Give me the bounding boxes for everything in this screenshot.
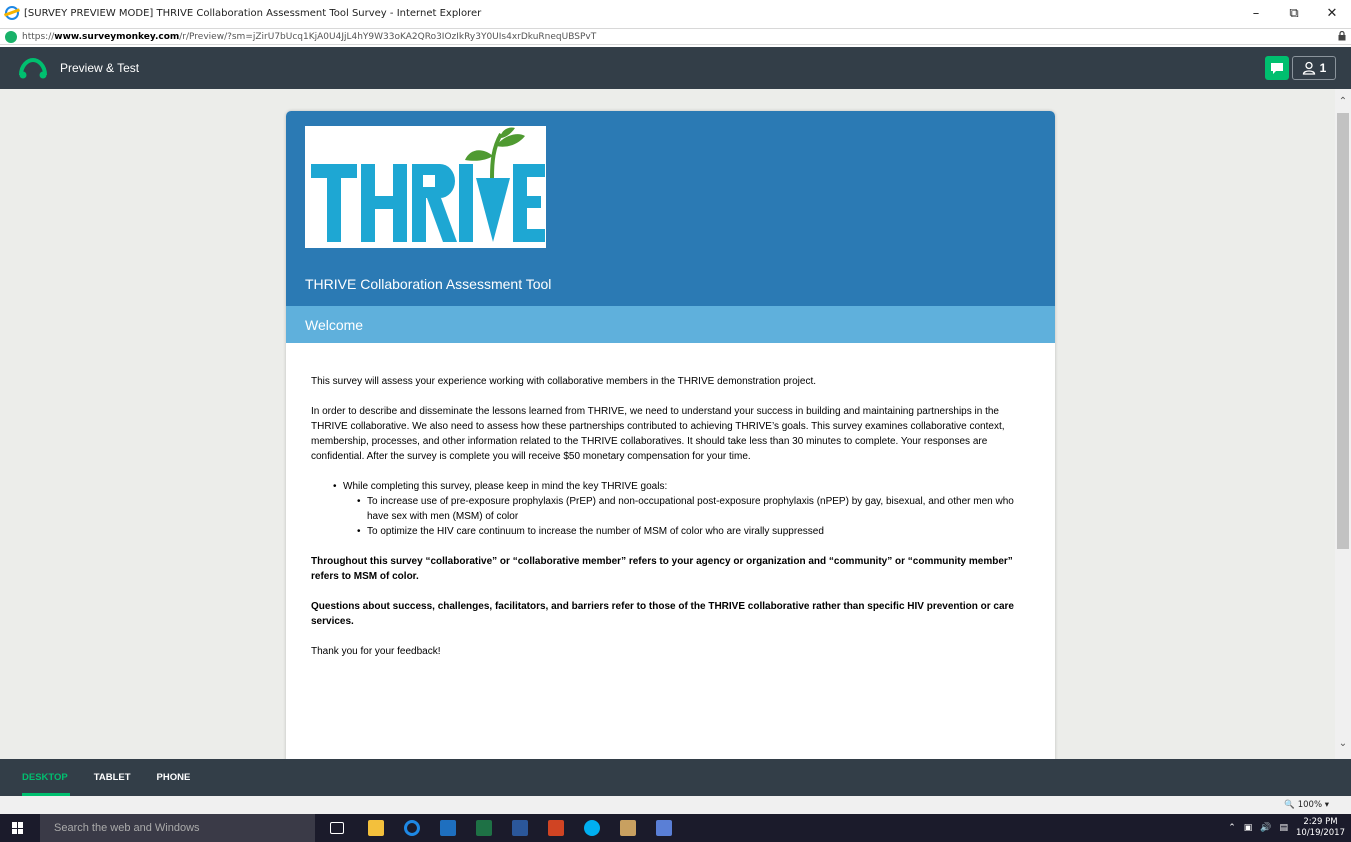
speech-bubble-icon [1271,62,1283,74]
zoom-control[interactable]: 🔍 100% ▾ [1284,800,1329,810]
thank-you-text: Thank you for your feedback! [311,646,441,657]
scrollbar-thumb[interactable] [1337,113,1349,549]
preview-test-label[interactable]: Preview & Test [60,61,139,75]
survey-header: THRIVE Collaboration Assessment Tool [286,111,1055,306]
list-item: • To optimize the HIV care continuum to i… [357,526,824,537]
system-tray: ⌃ ▣ 🔊 ▤ 2:29 PM 10/19/2017 [1228,814,1345,842]
thrive-logo [305,126,546,248]
vertical-scrollbar[interactable]: ⌃ ⌄ [1335,89,1351,759]
close-button[interactable]: ✕ [1313,0,1351,26]
window-title: [SURVEY PREVIEW MODE] THRIVE Collaborati… [24,7,482,19]
address-bar[interactable]: https://www.surveymonkey.com/r/Preview/?… [0,28,1351,45]
thrive-logo-image [311,127,545,242]
survey-intro-text: This survey will assess your experience … [311,374,1031,674]
file-explorer-icon[interactable] [368,820,384,836]
site-identity-icon[interactable] [5,30,17,43]
tab-tablet[interactable]: TABLET [94,759,131,796]
url-text[interactable]: https://www.surveymonkey.com/r/Preview/?… [22,32,596,42]
network-icon[interactable]: ▣ [1244,823,1253,833]
sas-icon[interactable] [656,820,672,836]
restore-button[interactable]: ⧉ [1275,0,1313,26]
surveymonkey-header: Preview & Test 1 [0,47,1351,89]
internet-explorer-icon [5,6,19,20]
browser-status-bar: 🔍 100% ▾ [0,796,1351,814]
user-icon [1302,61,1315,75]
tab-phone[interactable]: PHONE [157,759,191,796]
task-view-icon[interactable] [330,822,344,834]
device-preview-bar: DESKTOP TABLET PHONE [0,759,1351,796]
tab-desktop[interactable]: DESKTOP [22,759,70,796]
list-item: • While completing this survey, please ke… [333,481,668,492]
surveymonkey-logo-icon[interactable] [18,57,48,79]
scope-note: Questions about success, challenges, fac… [311,601,1014,627]
paint-icon[interactable] [620,820,636,836]
collaborators-button[interactable]: 1 [1292,56,1336,80]
word-icon[interactable] [512,820,528,836]
window-controls: – ⧉ ✕ [1237,0,1351,26]
speaker-icon[interactable]: 🔊 [1260,823,1271,833]
windows-taskbar: Search the web and Windows ⌃ ▣ 🔊 ▤ 2:29 … [0,814,1351,842]
window-title-bar: [SURVEY PREVIEW MODE] THRIVE Collaborati… [0,0,1351,26]
padlock-icon[interactable] [1338,31,1346,41]
windows-start-icon[interactable] [12,822,24,834]
outlook-icon[interactable] [440,820,456,836]
page-title: Welcome [286,306,1055,343]
collaborator-count: 1 [1319,61,1327,75]
minimize-button[interactable]: – [1237,0,1275,26]
intro-paragraph: In order to describe and disseminate the… [311,406,1005,462]
excel-icon[interactable] [476,820,492,836]
notification-icon[interactable]: ▤ [1279,823,1288,833]
chevron-up-icon[interactable]: ⌃ [1228,823,1236,833]
list-item: • To increase use of pre-exposure prophyl… [357,496,1014,522]
taskbar-clock[interactable]: 2:29 PM 10/19/2017 [1296,817,1345,839]
taskbar-search-box[interactable]: Search the web and Windows [40,814,315,842]
survey-card: THRIVE Collaboration Assessment Tool Wel… [286,111,1055,759]
scroll-down-arrow-icon[interactable]: ⌄ [1335,735,1351,751]
survey-title: THRIVE Collaboration Assessment Tool [305,276,552,292]
skype-icon[interactable] [584,820,600,836]
scroll-up-arrow-icon[interactable]: ⌃ [1335,93,1351,109]
definition-note: Throughout this survey “collaborative” o… [311,556,1013,582]
intro-sentence: This survey will assess your experience … [311,376,817,387]
survey-preview-area: THRIVE Collaboration Assessment Tool Wel… [0,89,1335,759]
powerpoint-icon[interactable] [548,820,564,836]
goals-list: • While completing this survey, please ke… [333,479,1031,539]
comments-button[interactable] [1265,56,1289,80]
internet-explorer-taskbar-icon[interactable] [404,820,420,836]
